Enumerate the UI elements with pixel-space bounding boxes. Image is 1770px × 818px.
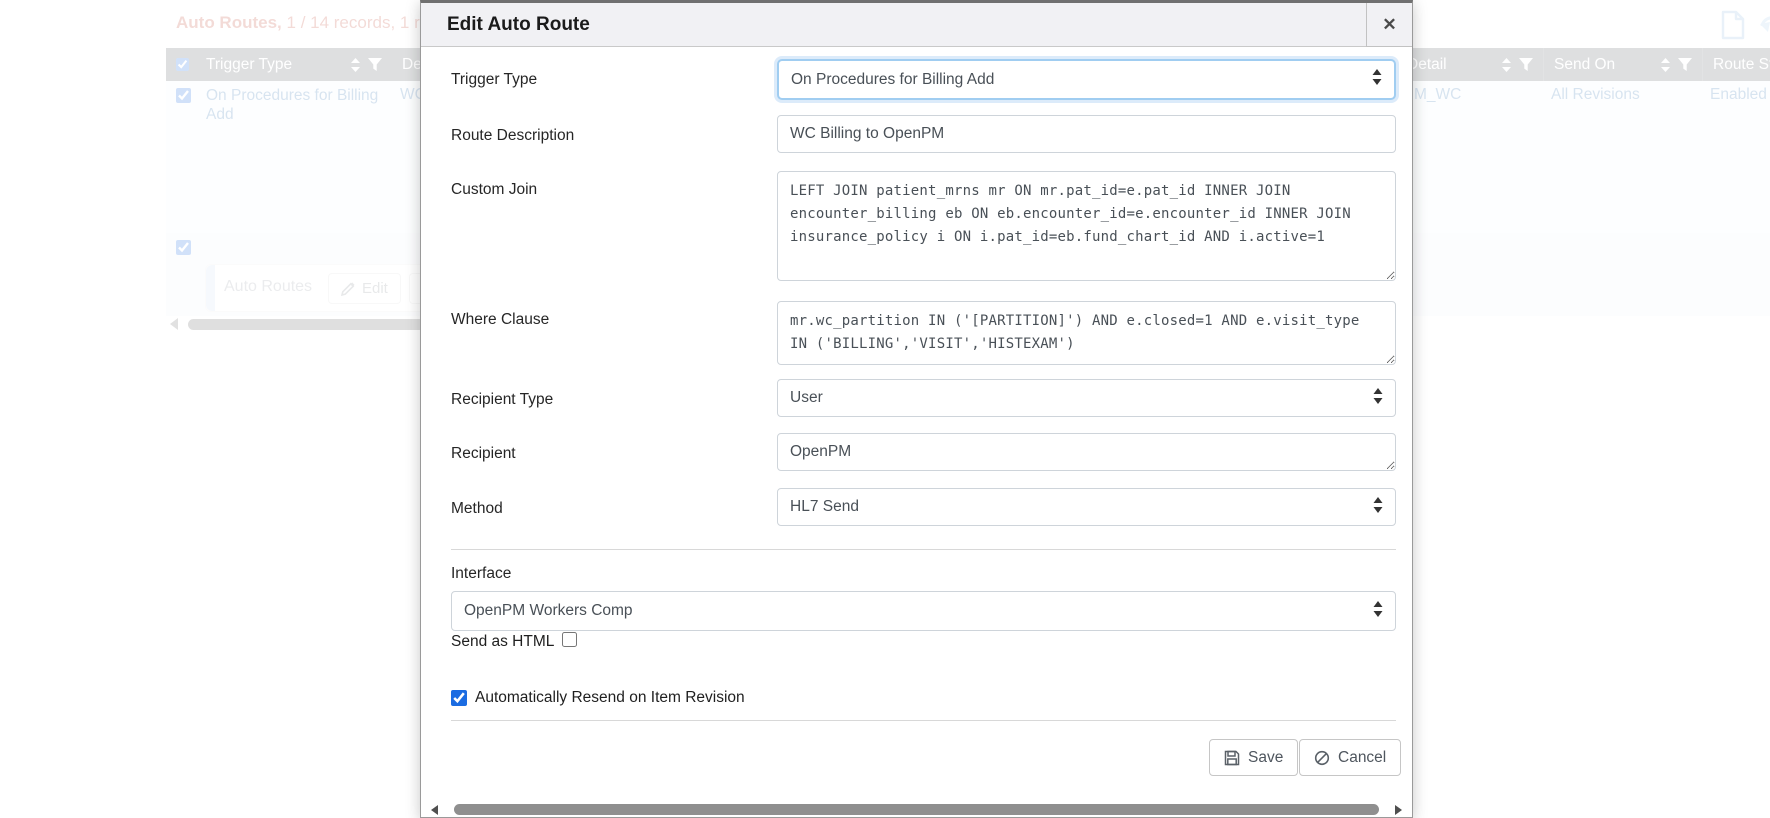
save-icon [1224, 750, 1240, 766]
recipient-label: Recipient [451, 445, 516, 463]
send-as-html-label: Send as HTML [451, 633, 554, 651]
divider [451, 549, 1396, 550]
where-clause-textarea[interactable]: mr.wc_partition IN ('[PARTITION]') AND e… [777, 301, 1396, 365]
divider [451, 720, 1396, 721]
save-button-label: Save [1248, 749, 1283, 767]
select-caret-icon [1373, 497, 1383, 518]
cancel-button[interactable]: Cancel [1299, 739, 1401, 776]
scroll-left-icon[interactable] [431, 805, 438, 815]
recipient-type-value: User [790, 389, 823, 407]
edit-auto-route-modal: Edit Auto Route ✕ Trigger Type On Proced… [420, 0, 1413, 818]
custom-join-textarea[interactable]: LEFT JOIN patient_mrns mr ON mr.pat_id=e… [777, 171, 1396, 281]
trigger-type-value: On Procedures for Billing Add [791, 71, 994, 89]
interface-label: Interface [451, 565, 511, 583]
method-value: HL7 Send [790, 498, 859, 516]
modal-hscrollbar[interactable] [421, 802, 1412, 817]
recipient-type-label: Recipient Type [451, 391, 553, 409]
where-clause-label: Where Clause [451, 311, 549, 329]
modal-hscrollbar-thumb[interactable] [454, 804, 1379, 815]
cancel-button-label: Cancel [1338, 749, 1386, 767]
interface-value: OpenPM Workers Comp [464, 602, 633, 620]
close-button[interactable]: ✕ [1366, 3, 1412, 47]
send-as-html-row: Send as HTML [451, 633, 577, 651]
route-description-label: Route Description [451, 127, 574, 145]
auto-resend-label: Automatically Resend on Item Revision [475, 689, 745, 707]
modal-header: Edit Auto Route ✕ [421, 3, 1412, 47]
save-button[interactable]: Save [1209, 739, 1298, 776]
close-icon: ✕ [1382, 15, 1396, 35]
send-as-html-checkbox[interactable] [562, 632, 577, 647]
auto-resend-checkbox[interactable] [451, 690, 467, 706]
method-label: Method [451, 500, 503, 518]
trigger-type-label: Trigger Type [451, 71, 537, 89]
cancel-icon [1314, 750, 1330, 766]
method-select[interactable]: HL7 Send [777, 488, 1396, 526]
recipient-textarea[interactable]: OpenPM [777, 433, 1396, 471]
recipient-type-select[interactable]: User [777, 379, 1396, 417]
auto-resend-row: Automatically Resend on Item Revision [451, 689, 745, 707]
select-caret-icon [1373, 388, 1383, 409]
select-caret-icon [1373, 601, 1383, 622]
scroll-right-icon[interactable] [1395, 805, 1402, 815]
custom-join-label: Custom Join [451, 181, 537, 199]
interface-select[interactable]: OpenPM Workers Comp [451, 591, 1396, 631]
route-description-input[interactable] [777, 115, 1396, 153]
modal-title: Edit Auto Route [447, 3, 590, 46]
trigger-type-select[interactable]: On Procedures for Billing Add [777, 59, 1396, 100]
select-caret-icon [1372, 69, 1382, 90]
